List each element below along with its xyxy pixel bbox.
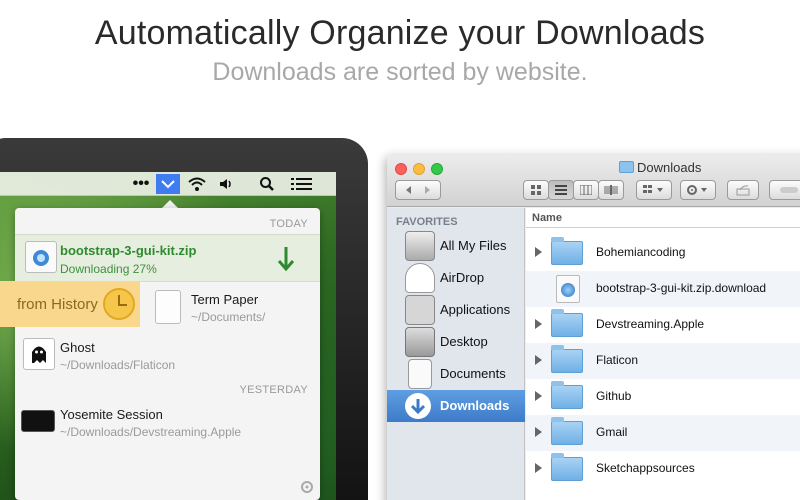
finder-window: Downloads FAVORITES All My Files AirDrop… <box>387 155 800 500</box>
folder-icon <box>551 309 583 337</box>
applications-icon <box>405 295 435 325</box>
finder-titlebar: Downloads <box>387 155 800 207</box>
column-header-name[interactable]: Name <box>526 208 800 228</box>
subheadline: Downloads are sorted by website. <box>212 58 588 86</box>
table-row[interactable]: Github <box>526 379 800 415</box>
desktop-icon <box>405 327 435 357</box>
search-icon[interactable] <box>256 174 278 194</box>
sidebar-heading: FAVORITES <box>396 216 458 228</box>
item-title: Ghost <box>60 340 95 355</box>
download-file-icon <box>556 275 580 303</box>
sidebar-item-label: AirDrop <box>440 270 485 285</box>
volume-icon[interactable] <box>216 174 236 194</box>
list-icon[interactable] <box>288 174 316 194</box>
all-my-files-icon <box>405 231 435 261</box>
item-path: ~/Downloads/Flaticon <box>60 358 176 372</box>
download-arrow-icon <box>277 245 295 278</box>
back-forward-button[interactable] <box>395 180 441 200</box>
folder-icon <box>551 345 583 373</box>
item-title: Yosemite Session <box>60 407 163 422</box>
tags-button[interactable] <box>769 180 800 200</box>
view-list-button[interactable] <box>548 180 574 200</box>
finder-sidebar: FAVORITES All My Files AirDrop Applicati… <box>387 208 525 500</box>
table-row[interactable]: Bohemiancoding <box>526 235 800 271</box>
active-download-row[interactable]: bootstrap-3-gui-kit.zip Downloading 27% <box>15 234 320 282</box>
list-item[interactable]: Yosemite Session ~/Downloads/Devstreamin… <box>15 400 320 448</box>
folder-icon <box>551 453 583 481</box>
sidebar-item-downloads[interactable]: Downloads <box>387 390 525 422</box>
video-thumbnail-icon <box>21 410 55 432</box>
action-gear-button[interactable] <box>680 180 716 200</box>
airdrop-icon <box>405 263 435 293</box>
close-button[interactable] <box>395 163 407 175</box>
sidebar-item-airdrop[interactable]: AirDrop <box>387 262 525 294</box>
section-label-yesterday: YESTERDAY <box>239 384 308 396</box>
item-path: ~/Downloads/Devstreaming.Apple <box>60 425 242 439</box>
sidebar-item-all-my-files[interactable]: All My Files <box>387 230 525 262</box>
finder-title: Downloads <box>637 160 702 175</box>
desktop-screen: ••• TODAY bootstrap-3-gui-kit.zip Downlo… <box>0 172 336 500</box>
arrange-button[interactable] <box>636 180 672 200</box>
ghost-icon <box>23 338 55 370</box>
file-name: Github <box>596 389 632 403</box>
active-download-name: bootstrap-3-gui-kit.zip <box>60 243 197 258</box>
headline: Automatically Organize your Downloads <box>94 14 706 52</box>
clock-icon <box>103 288 135 320</box>
file-name: Gmail <box>596 425 628 439</box>
file-list: Name Bohemiancoding bootstrap-3-gui-kit.… <box>526 208 800 500</box>
ellipsis-icon[interactable]: ••• <box>130 174 152 194</box>
file-name: Bohemiancoding <box>596 245 686 259</box>
disclosure-triangle-icon[interactable] <box>535 427 542 437</box>
list-item[interactable]: Ghost ~/Downloads/Flaticon <box>15 334 320 380</box>
document-icon <box>155 290 181 324</box>
table-row[interactable]: bootstrap-3-gui-kit.zip.download <box>526 271 800 307</box>
view-icons-button[interactable] <box>523 180 549 200</box>
gear-icon[interactable] <box>298 478 316 500</box>
documents-icon <box>408 359 432 389</box>
file-name: bootstrap-3-gui-kit.zip.download <box>596 281 767 295</box>
item-path: ~/Documents/ <box>191 310 266 324</box>
sidebar-item-desktop[interactable]: Desktop <box>387 326 525 358</box>
downloads-icon <box>405 393 431 419</box>
section-label-today: TODAY <box>269 218 308 230</box>
sidebar-item-label: Desktop <box>440 334 488 349</box>
file-name: Sketchappsources <box>596 461 695 475</box>
folder-icon <box>551 417 583 445</box>
active-download-status: Downloading 27% <box>60 262 157 276</box>
view-columns-button[interactable] <box>573 180 599 200</box>
downloads-chevron-icon[interactable] <box>156 174 180 194</box>
minimize-button[interactable] <box>413 163 425 175</box>
table-row[interactable]: Flaticon <box>526 343 800 379</box>
zip-file-icon <box>25 241 57 273</box>
sidebar-item-label: Applications <box>440 302 511 317</box>
zoom-button[interactable] <box>431 163 443 175</box>
sidebar-item-label: Downloads <box>440 398 510 413</box>
file-name: Flaticon <box>596 353 639 367</box>
downloads-popup: TODAY bootstrap-3-gui-kit.zip Downloadin… <box>15 208 320 500</box>
disclosure-triangle-icon[interactable] <box>535 355 542 365</box>
table-row[interactable]: Devstreaming.Apple <box>526 307 800 343</box>
folder-title-icon <box>619 161 634 173</box>
sidebar-item-label: Documents <box>440 366 506 381</box>
item-title: Term Paper <box>191 292 259 307</box>
sidebar-item-documents[interactable]: Documents <box>387 358 525 390</box>
disclosure-triangle-icon[interactable] <box>535 319 542 329</box>
wifi-icon[interactable] <box>185 174 209 194</box>
table-row[interactable]: Sketchappsources <box>526 451 800 487</box>
sidebar-item-applications[interactable]: Applications <box>387 294 525 326</box>
file-name: Devstreaming.Apple <box>596 317 705 331</box>
disclosure-triangle-icon[interactable] <box>535 247 542 257</box>
table-row[interactable]: Gmail <box>526 415 800 451</box>
view-coverflow-button[interactable] <box>598 180 624 200</box>
disclosure-triangle-icon[interactable] <box>535 391 542 401</box>
folder-icon <box>551 237 583 265</box>
sidebar-item-label: All My Files <box>440 238 507 253</box>
menu-bar: ••• <box>0 172 336 196</box>
share-button[interactable] <box>727 180 759 200</box>
disclosure-triangle-icon[interactable] <box>535 463 542 473</box>
folder-icon <box>551 381 583 409</box>
